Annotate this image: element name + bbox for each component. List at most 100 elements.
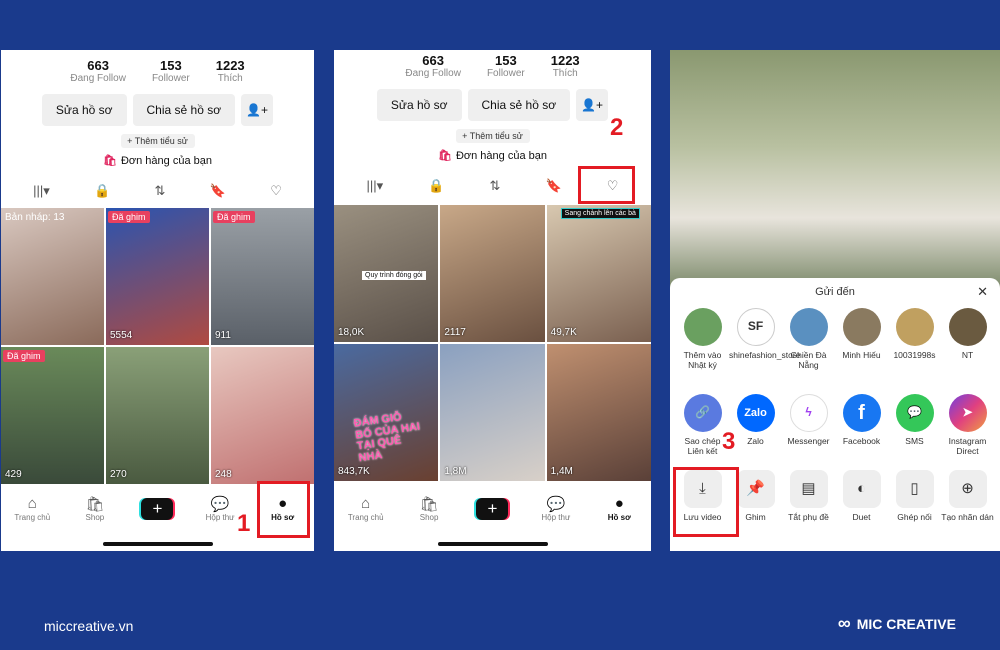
nav-home[interactable]: ⌂ Trang chủ bbox=[7, 495, 57, 522]
nav-home[interactable]: ⌂ Trang chủ bbox=[341, 495, 391, 522]
option-label: Zalo bbox=[747, 436, 764, 446]
facebook-option[interactable]: f Facebook bbox=[835, 394, 888, 457]
share-contact[interactable]: Minh Hiếu bbox=[835, 308, 888, 371]
nav-create[interactable]: + bbox=[467, 495, 517, 520]
orders-link[interactable]: 🛍 Đơn hàng của bạn bbox=[1, 154, 314, 167]
add-bio-button[interactable]: + Thêm tiểu sử bbox=[120, 134, 195, 148]
liked-video-grid: Quy trình đóng gói 18,0K 2117 Sang chảnh … bbox=[334, 205, 651, 481]
add-bio-button[interactable]: + Thêm tiểu sử bbox=[455, 129, 530, 143]
view-count: 2117 bbox=[444, 327, 466, 338]
follower-stat[interactable]: 153 Follower bbox=[487, 53, 525, 79]
instagram-option[interactable]: ➤ Instagram Direct bbox=[941, 394, 994, 457]
view-count: 843,7K bbox=[338, 466, 370, 477]
videos-tab-icon[interactable]: |||▾ bbox=[367, 178, 384, 194]
following-count: 663 bbox=[87, 58, 109, 73]
view-count: 270 bbox=[110, 469, 127, 480]
favorites-tab-icon[interactable]: 🔖 bbox=[546, 178, 562, 194]
nav-create[interactable]: + bbox=[132, 495, 182, 520]
create-plus-icon: + bbox=[476, 498, 509, 520]
liked-tab-icon[interactable]: ♡ bbox=[270, 183, 282, 199]
likes-stat[interactable]: 1223 Thích bbox=[551, 53, 580, 79]
sms-option[interactable]: 💬 SMS bbox=[888, 394, 941, 457]
video-thumb[interactable]: 248 bbox=[211, 347, 314, 484]
option-label: Instagram Direct bbox=[948, 436, 987, 456]
video-thumb[interactable]: 2117 bbox=[440, 205, 545, 342]
shop-icon: 🛍 bbox=[85, 496, 105, 513]
profile-tabs: |||▾ 🔒 ⇅ 🔖 ♡ bbox=[1, 183, 314, 199]
nav-inbox-label: Hộp thư bbox=[205, 513, 235, 522]
orders-label: Đơn hàng của bạn bbox=[455, 150, 547, 162]
footer-brand-label: MIC CREATIVE bbox=[856, 615, 956, 632]
draft-video[interactable]: Bản nháp: 13 bbox=[1, 208, 104, 345]
duet-option[interactable]: ◐ Duet bbox=[835, 470, 888, 523]
reposts-tab-icon[interactable]: ⇅ bbox=[490, 178, 501, 194]
edit-profile-button[interactable]: Sửa hồ sơ bbox=[376, 89, 462, 121]
share-contact[interactable]: Thêm vào Nhật ký bbox=[676, 308, 729, 371]
nav-inbox[interactable]: 💬 Hộp thư bbox=[531, 495, 581, 522]
nav-profile-label: Hồ sơ bbox=[607, 513, 631, 522]
following-stat[interactable]: 663 Đang Follow bbox=[405, 53, 461, 79]
view-count: 429 bbox=[5, 469, 22, 480]
bag-icon: 🛍 bbox=[438, 150, 452, 162]
apps-row: 🔗 Sao chép Liên kết Zalo Zalo ϟ Messenger f… bbox=[670, 394, 1000, 457]
profile-screen-step2: 663 Đang Follow 153 Follower 1223 Thích Sửa… bbox=[334, 50, 651, 551]
inbox-icon: 💬 bbox=[546, 496, 566, 513]
video-thumb[interactable]: Đã ghim 5554 bbox=[106, 208, 209, 345]
share-profile-button[interactable]: Chia sẻ hồ sơ bbox=[132, 94, 236, 126]
shop-icon: 🛍 bbox=[419, 496, 439, 513]
duet-icon: ◐ bbox=[842, 470, 881, 508]
profile-icon: ● bbox=[614, 495, 624, 512]
footer-brand: ∞ MIC CREATIVE bbox=[838, 613, 956, 634]
step-number: 1 bbox=[237, 510, 251, 537]
view-count: 18,0K bbox=[338, 327, 365, 338]
video-thumb[interactable]: Quy trình đóng gói 18,0K bbox=[334, 205, 439, 342]
stitch-option[interactable]: ▯ Ghép nối bbox=[888, 470, 941, 523]
contacts-row: Thêm vào Nhật ký SF shinefashion_store Gh… bbox=[670, 308, 1000, 371]
view-count: 1,8M bbox=[444, 466, 467, 477]
follower-stat[interactable]: 153 Follower bbox=[152, 58, 190, 84]
videos-tab-icon[interactable]: |||▾ bbox=[33, 183, 50, 199]
private-tab-icon[interactable]: 🔒 bbox=[94, 183, 110, 199]
share-contact[interactable]: 10031998s bbox=[888, 308, 941, 371]
contact-label: Ghiền Đà Nẵng bbox=[790, 350, 827, 370]
create-plus-icon: + bbox=[141, 498, 174, 520]
highlight-box bbox=[257, 481, 310, 538]
add-friend-icon[interactable]: 👤+ bbox=[241, 94, 274, 126]
nav-shop[interactable]: 🛍 Shop bbox=[70, 495, 120, 522]
sticker-option[interactable]: ⊕ Tạo nhãn dán bbox=[941, 470, 994, 523]
edit-profile-button[interactable]: Sửa hồ sơ bbox=[41, 94, 127, 126]
messenger-option[interactable]: ϟ Messenger bbox=[782, 394, 835, 457]
highlight-box bbox=[673, 467, 739, 537]
zalo-option[interactable]: Zalo Zalo bbox=[729, 394, 782, 457]
bag-icon: 🛍 bbox=[103, 155, 117, 167]
private-tab-icon[interactable]: 🔒 bbox=[428, 178, 444, 194]
pinned-badge: Đã ghim bbox=[213, 211, 255, 223]
reposts-tab-icon[interactable]: ⇅ bbox=[155, 183, 166, 199]
orders-link[interactable]: 🛍 Đơn hàng của bạn bbox=[334, 149, 651, 162]
video-thumb[interactable]: 1,4M bbox=[546, 344, 651, 481]
add-friend-icon[interactable]: 👤+ bbox=[576, 89, 609, 121]
view-count: 49,7K bbox=[550, 327, 577, 338]
view-count: 911 bbox=[215, 330, 231, 341]
video-thumb[interactable]: 270 bbox=[106, 347, 209, 484]
likes-count: 1223 bbox=[550, 53, 580, 68]
share-contact[interactable]: SF shinefashion_store bbox=[729, 308, 800, 371]
share-contact[interactable]: Ghiền Đà Nẵng bbox=[782, 308, 835, 371]
share-profile-button[interactable]: Chia sẻ hồ sơ bbox=[467, 89, 571, 121]
video-thumb[interactable]: Sang chảnh lên các bà 49,7K bbox=[546, 205, 651, 342]
share-contact[interactable]: NT bbox=[941, 308, 994, 371]
favorites-tab-icon[interactable]: 🔖 bbox=[210, 183, 226, 199]
sticker-icon: ⊕ bbox=[948, 470, 987, 508]
video-thumb[interactable]: ĐÁM GIỖ BỐ CỦA HAI TẠI QUÊ NHÀ 843,7K bbox=[334, 344, 439, 481]
close-icon[interactable]: ✕ bbox=[977, 284, 988, 300]
video-thumb[interactable]: 1,8M bbox=[440, 344, 545, 481]
following-stat[interactable]: 663 Đang Follow bbox=[70, 58, 126, 84]
captions-off-option[interactable]: ▤ Tắt phụ đề bbox=[782, 470, 835, 523]
view-count: 5554 bbox=[110, 330, 133, 341]
video-thumb[interactable]: Đã ghim 429 bbox=[1, 347, 104, 484]
likes-stat[interactable]: 1223 Thích bbox=[216, 58, 245, 84]
video-thumb[interactable]: Đã ghim 911 bbox=[211, 208, 314, 345]
nav-shop[interactable]: 🛍 Shop bbox=[404, 495, 454, 522]
nav-profile[interactable]: ● Hồ sơ bbox=[594, 495, 644, 522]
option-label: Facebook bbox=[842, 436, 881, 446]
